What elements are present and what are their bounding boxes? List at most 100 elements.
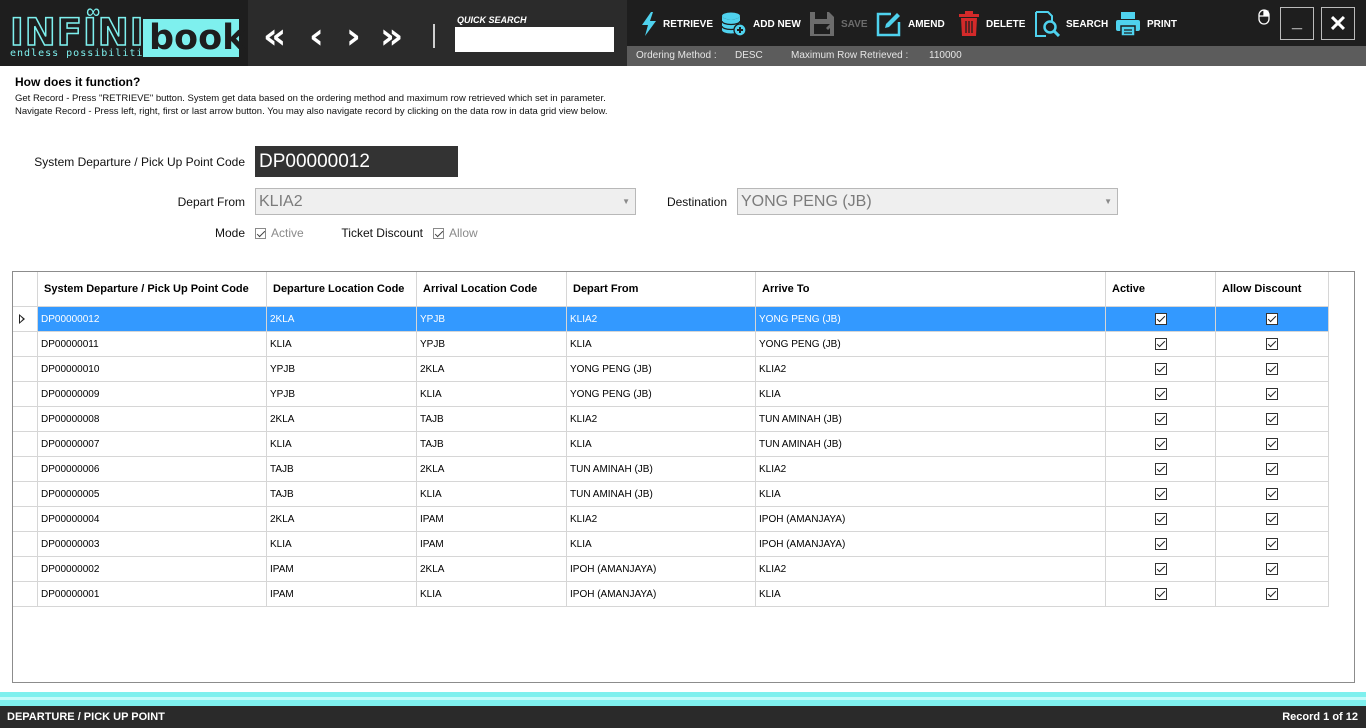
table-cell[interactable]: YONG PENG (JB) xyxy=(567,382,756,407)
amend-button[interactable]: AMEND xyxy=(876,10,945,38)
active-checkbox-cell[interactable] xyxy=(1106,432,1216,457)
allow-discount-checkbox-cell[interactable] xyxy=(1216,382,1329,407)
table-cell[interactable]: KLIA2 xyxy=(567,507,756,532)
table-row[interactable]: DP00000006 TAJB 2KLA TUN AMINAH (JB) KLIA2 xyxy=(13,457,1329,482)
table-cell[interactable]: IPOH (AMANJAYA) xyxy=(756,532,1106,557)
previous-record-button[interactable]: ‹ xyxy=(309,18,324,56)
table-cell[interactable]: IPAM xyxy=(267,582,417,607)
table-cell[interactable]: TAJB xyxy=(417,432,567,457)
row-header[interactable] xyxy=(13,482,38,507)
table-cell[interactable]: YPJB xyxy=(267,382,417,407)
table-row[interactable]: DP00000008 2KLA TAJB KLIA2 TUN AMINAH (JB) xyxy=(13,407,1329,432)
table-cell[interactable]: KLIA xyxy=(417,382,567,407)
table-cell[interactable]: TUN AMINAH (JB) xyxy=(567,457,756,482)
last-record-button[interactable]: » xyxy=(380,18,403,56)
table-cell[interactable]: YONG PENG (JB) xyxy=(567,357,756,382)
row-header[interactable] xyxy=(13,357,38,382)
active-checkbox-cell[interactable] xyxy=(1106,407,1216,432)
retrieve-button[interactable]: RETRIEVE xyxy=(641,10,713,38)
table-cell[interactable]: IPAM xyxy=(267,557,417,582)
table-cell[interactable]: YPJB xyxy=(417,332,567,357)
quick-search-input[interactable] xyxy=(455,27,614,52)
table-cell[interactable]: DP00000008 xyxy=(38,407,267,432)
table-cell[interactable]: KLIA2 xyxy=(756,557,1106,582)
table-cell[interactable]: TAJB xyxy=(267,457,417,482)
column-header[interactable]: Departure Location Code xyxy=(267,272,417,307)
table-cell[interactable]: DP00000007 xyxy=(38,432,267,457)
table-cell[interactable]: TUN AMINAH (JB) xyxy=(756,407,1106,432)
table-cell[interactable]: KLIA xyxy=(567,532,756,557)
table-cell[interactable]: KLIA2 xyxy=(567,307,756,332)
table-cell[interactable]: KLIA xyxy=(756,582,1106,607)
table-cell[interactable]: IPOH (AMANJAYA) xyxy=(756,507,1106,532)
table-row[interactable]: DP00000012 2KLA YPJB KLIA2 YONG PENG (JB) xyxy=(13,307,1329,332)
table-cell[interactable]: KLIA xyxy=(567,332,756,357)
table-cell[interactable]: DP00000005 xyxy=(38,482,267,507)
row-header[interactable] xyxy=(13,507,38,532)
discount-allow-checkbox[interactable]: Allow xyxy=(433,226,478,240)
table-cell[interactable]: IPAM xyxy=(417,532,567,557)
table-cell[interactable]: DP00000002 xyxy=(38,557,267,582)
table-cell[interactable]: IPAM xyxy=(417,507,567,532)
table-row[interactable]: DP00000009 YPJB KLIA YONG PENG (JB) KLIA xyxy=(13,382,1329,407)
table-row[interactable]: DP00000005 TAJB KLIA TUN AMINAH (JB) KLIA xyxy=(13,482,1329,507)
table-cell[interactable]: 2KLA xyxy=(267,307,417,332)
table-row[interactable]: DP00000004 2KLA IPAM KLIA2 IPOH (AMANJAYA) xyxy=(13,507,1329,532)
table-row[interactable]: DP00000002 IPAM 2KLA IPOH (AMANJAYA) KLIA2 xyxy=(13,557,1329,582)
active-checkbox-cell[interactable] xyxy=(1106,582,1216,607)
table-row[interactable]: DP00000003 KLIA IPAM KLIA IPOH (AMANJAYA) xyxy=(13,532,1329,557)
active-checkbox-cell[interactable] xyxy=(1106,357,1216,382)
close-button[interactable]: ✕ xyxy=(1321,7,1355,40)
active-checkbox-cell[interactable] xyxy=(1106,482,1216,507)
table-cell[interactable]: DP00000009 xyxy=(38,382,267,407)
allow-discount-checkbox-cell[interactable] xyxy=(1216,432,1329,457)
table-cell[interactable]: DP00000003 xyxy=(38,532,267,557)
table-cell[interactable]: 2KLA xyxy=(417,557,567,582)
search-button[interactable]: SEARCH xyxy=(1034,10,1108,38)
column-header[interactable]: Allow Discount xyxy=(1216,272,1329,307)
active-checkbox-cell[interactable] xyxy=(1106,557,1216,582)
table-cell[interactable]: TUN AMINAH (JB) xyxy=(756,432,1106,457)
column-header[interactable]: Arrival Location Code xyxy=(417,272,567,307)
table-row[interactable]: DP00000001 IPAM KLIA IPOH (AMANJAYA) KLIA xyxy=(13,582,1329,607)
row-header[interactable] xyxy=(13,407,38,432)
data-grid[interactable]: System Departure / Pick Up Point Code De… xyxy=(12,271,1355,683)
add-new-button[interactable]: ADD NEW xyxy=(721,10,801,38)
table-row[interactable]: DP00000011 KLIA YPJB KLIA YONG PENG (JB) xyxy=(13,332,1329,357)
row-header[interactable] xyxy=(13,382,38,407)
allow-discount-checkbox-cell[interactable] xyxy=(1216,307,1329,332)
table-cell[interactable]: TAJB xyxy=(267,482,417,507)
allow-discount-checkbox-cell[interactable] xyxy=(1216,457,1329,482)
table-cell[interactable]: TUN AMINAH (JB) xyxy=(567,482,756,507)
row-header[interactable] xyxy=(13,557,38,582)
allow-discount-checkbox-cell[interactable] xyxy=(1216,532,1329,557)
mode-active-checkbox[interactable]: Active xyxy=(255,226,304,240)
allow-discount-checkbox-cell[interactable] xyxy=(1216,407,1329,432)
table-cell[interactable]: DP00000011 xyxy=(38,332,267,357)
row-header[interactable] xyxy=(13,457,38,482)
table-cell[interactable]: DP00000010 xyxy=(38,357,267,382)
table-cell[interactable]: KLIA xyxy=(267,332,417,357)
table-row[interactable]: DP00000010 YPJB 2KLA YONG PENG (JB) KLIA2 xyxy=(13,357,1329,382)
allow-discount-checkbox-cell[interactable] xyxy=(1216,482,1329,507)
table-cell[interactable]: DP00000006 xyxy=(38,457,267,482)
table-cell[interactable]: KLIA xyxy=(267,432,417,457)
column-header[interactable]: Depart From xyxy=(567,272,756,307)
table-cell[interactable]: 2KLA xyxy=(417,357,567,382)
active-checkbox-cell[interactable] xyxy=(1106,382,1216,407)
code-field[interactable]: DP00000012 xyxy=(255,146,458,177)
table-row[interactable]: DP00000007 KLIA TAJB KLIA TUN AMINAH (JB) xyxy=(13,432,1329,457)
active-checkbox-cell[interactable] xyxy=(1106,532,1216,557)
row-header[interactable] xyxy=(13,532,38,557)
row-header[interactable] xyxy=(13,432,38,457)
row-header[interactable] xyxy=(13,332,38,357)
table-cell[interactable]: TAJB xyxy=(417,407,567,432)
active-checkbox-cell[interactable] xyxy=(1106,457,1216,482)
table-cell[interactable]: KLIA xyxy=(756,382,1106,407)
table-cell[interactable]: YPJB xyxy=(267,357,417,382)
table-cell[interactable]: YONG PENG (JB) xyxy=(756,307,1106,332)
active-checkbox-cell[interactable] xyxy=(1106,507,1216,532)
table-cell[interactable]: IPOH (AMANJAYA) xyxy=(567,557,756,582)
table-cell[interactable]: KLIA2 xyxy=(756,457,1106,482)
column-header[interactable]: Active xyxy=(1106,272,1216,307)
